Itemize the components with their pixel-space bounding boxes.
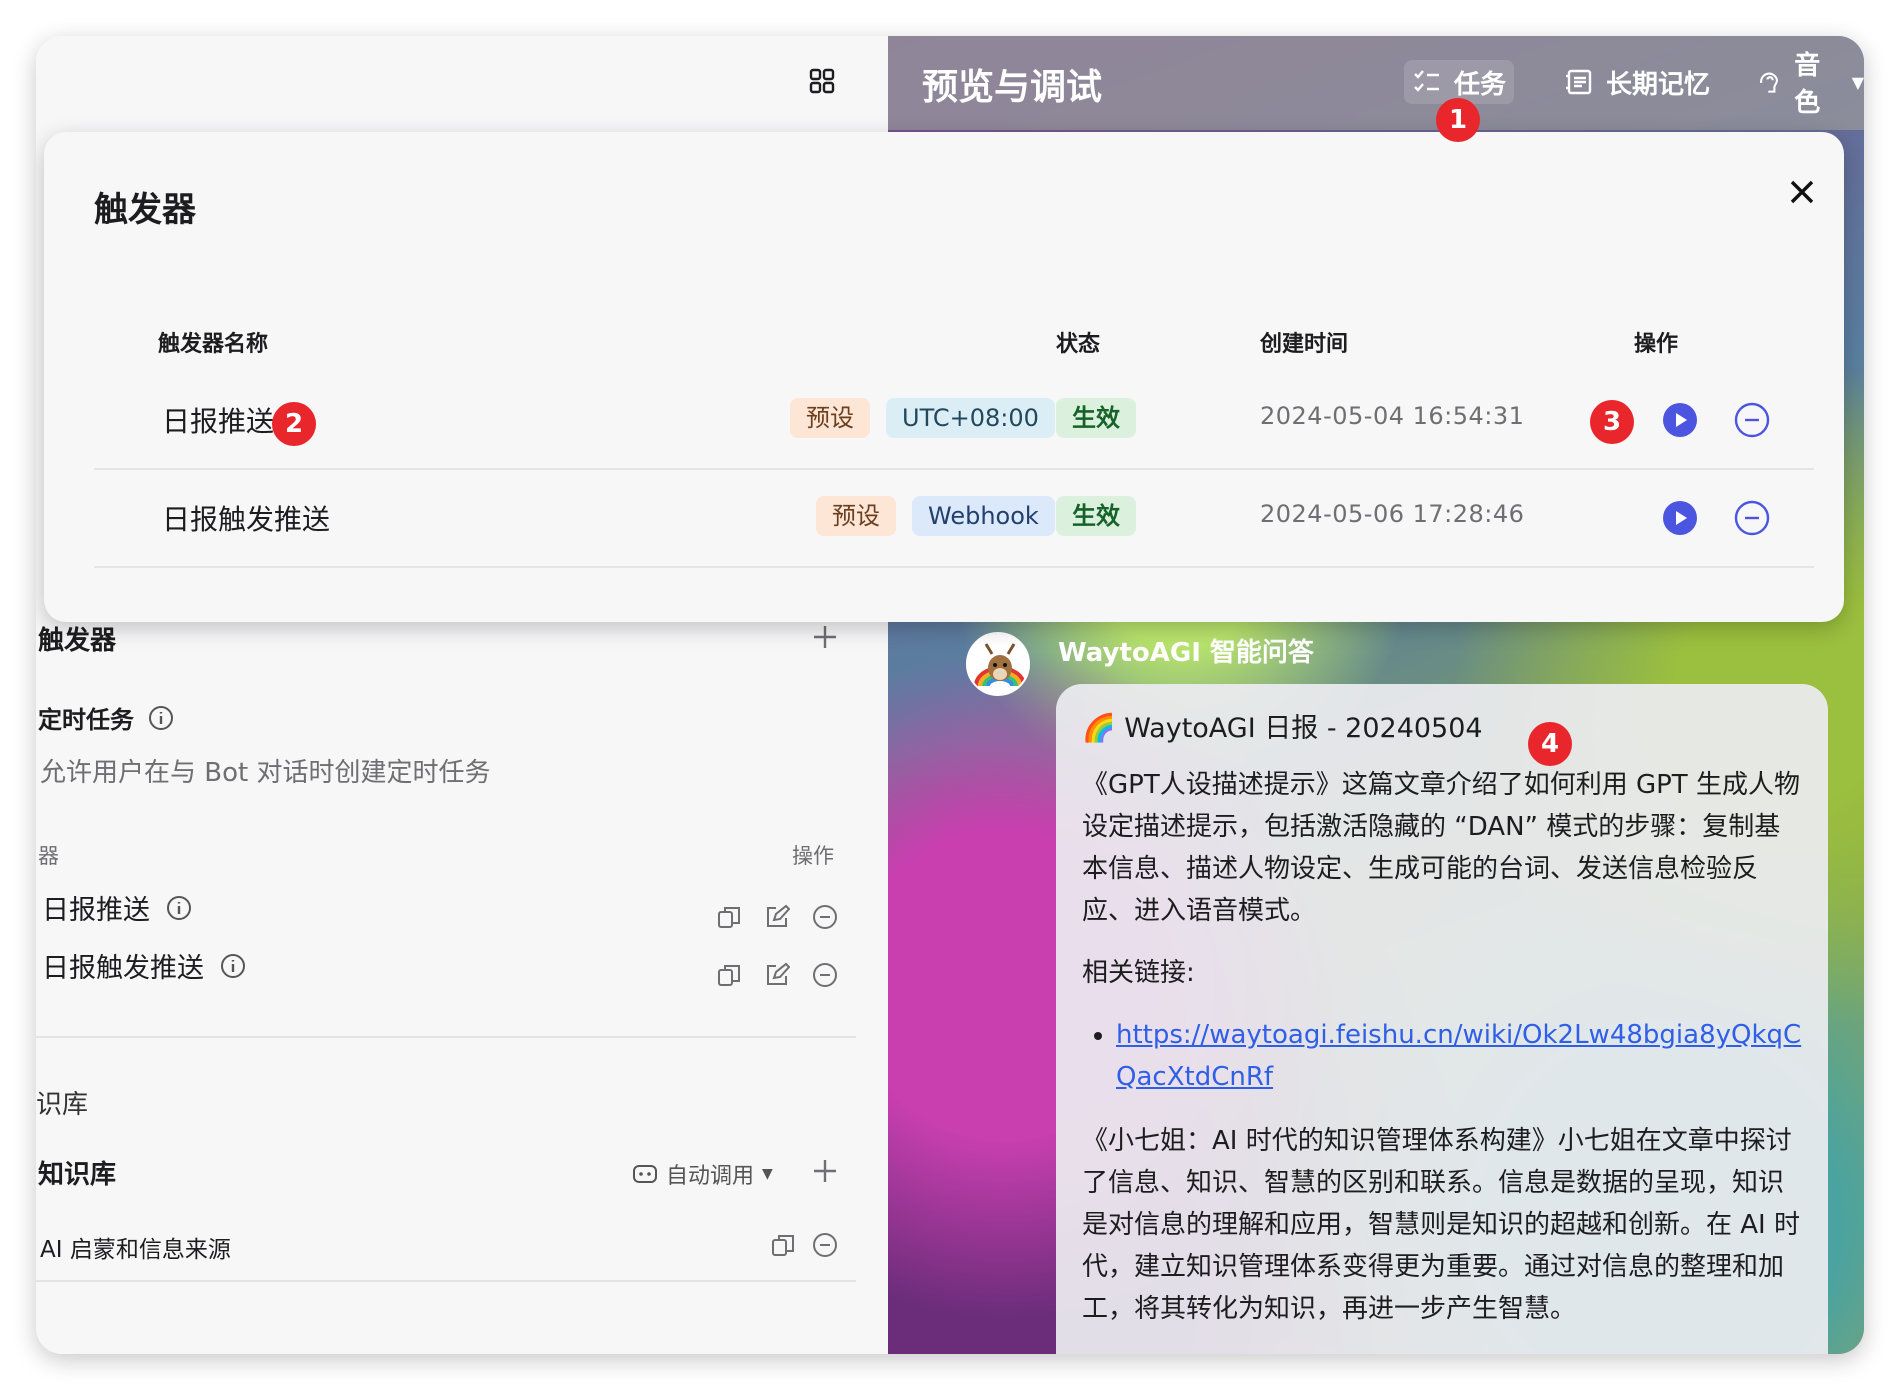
run-play-icon[interactable] — [1662, 500, 1698, 536]
links-label: 相关链接: — [1082, 958, 1195, 988]
remove-icon[interactable] — [812, 962, 838, 988]
created-time: 2024-05-04 16:54:31 — [1260, 402, 1525, 430]
divider — [36, 1036, 856, 1038]
message-paragraph: 《GPT人设描述提示》这篇文章介绍了如何利用 GPT 生成人物设定描述提示，包括… — [1082, 770, 1800, 926]
col-header-action: 操作 — [1634, 332, 1679, 357]
annotation-badge: 1 — [1436, 98, 1480, 142]
trigger-list-item[interactable]: 日报推送 — [42, 888, 192, 927]
table-row: 日报推送 预设 UTC+08:00 生效 2024-05-04 16:54:31 — [94, 372, 1814, 470]
tag-timezone: UTC+08:00 — [886, 398, 1055, 438]
kb-call-mode-dropdown[interactable]: 自动调用 ▼ — [632, 1158, 773, 1190]
scheduled-task-desc: 允许用户在与 Bot 对话时创建定时任务 — [40, 758, 491, 788]
long-term-memory-button[interactable]: 长期记忆 — [1564, 60, 1710, 104]
remove-icon[interactable] — [812, 1232, 838, 1258]
edit-icon[interactable] — [764, 962, 790, 988]
deer-mascot-icon — [968, 634, 1028, 694]
copy-icon[interactable] — [716, 904, 742, 930]
triggers-section-title: 触发器 — [38, 626, 117, 656]
copy-icon[interactable] — [716, 962, 742, 988]
message-paragraph: 《小七姐：AI 时代的知识管理体系构建》小七姐在文章中探讨了信息、知识、智慧的区… — [1082, 1126, 1800, 1324]
annotation-badge: 4 — [1528, 722, 1572, 766]
modal-title: 触发器 — [94, 190, 196, 230]
col-header-name: 触发器名称 — [158, 332, 269, 357]
run-play-icon[interactable] — [1662, 402, 1698, 438]
remove-icon[interactable] — [812, 904, 838, 930]
voice-label: 音色 — [1794, 51, 1821, 118]
app-window: 触发器 定时任务 允许用户在与 Bot 对话时创建定时任务 器 操作 日报推送 … — [36, 36, 1864, 1354]
trigger-name: 日报推送 — [42, 895, 150, 926]
memory-label: 长期记忆 — [1606, 69, 1711, 100]
status-badge: 生效 — [1056, 496, 1136, 536]
trigger-name: 日报触发推送 — [162, 503, 331, 536]
add-trigger-icon[interactable] — [812, 624, 838, 650]
copy-icon[interactable] — [770, 1232, 796, 1258]
trigger-list-item[interactable]: 日报触发推送 — [42, 946, 246, 985]
bot-name: WaytoAGI 智能问答 — [1058, 638, 1314, 668]
voice-dropdown[interactable]: 音色 ▼ — [1756, 51, 1864, 118]
remove-icon[interactable] — [1734, 402, 1770, 438]
tag-preset: 预设 — [816, 496, 896, 536]
trigger-name: 日报触发推送 — [42, 953, 204, 984]
tag-webhook: Webhook — [912, 496, 1055, 536]
memory-icon — [1566, 69, 1592, 95]
knowledge-group-title: 识库 — [36, 1090, 89, 1120]
bot-message-bubble: 🌈 WaytoAGI 日报 - 20240504 《GPT人设描述提示》这篇文章… — [1056, 684, 1828, 1354]
annotation-badge: 3 — [1590, 400, 1634, 444]
preview-header: 预览与调试 任务 长期记忆 音色 ▼ — [888, 36, 1864, 130]
remove-icon[interactable] — [1734, 500, 1770, 536]
col-header-status: 状态 — [1056, 332, 1101, 357]
robot-icon — [633, 1165, 657, 1183]
chevron-down-icon: ▼ — [762, 1166, 773, 1182]
divider — [36, 1280, 856, 1282]
chevron-down-icon: ▼ — [1851, 72, 1864, 92]
tag-preset: 预设 — [790, 398, 870, 438]
info-icon[interactable] — [166, 895, 192, 921]
created-time: 2024-05-06 17:28:46 — [1260, 500, 1525, 528]
scheduled-task-label: 定时任务 — [38, 706, 134, 734]
col-header-created: 创建时间 — [1260, 332, 1349, 357]
close-icon[interactable] — [1784, 174, 1820, 210]
table-row: 日报触发推送 预设 Webhook 生效 2024-05-06 17:28:46 — [94, 470, 1814, 568]
preview-title: 预览与调试 — [922, 67, 1103, 108]
info-icon[interactable] — [148, 705, 174, 731]
trigger-table-col-name: 器 — [38, 844, 59, 868]
kb-call-mode-label: 自动调用 — [666, 1164, 755, 1189]
bot-avatar — [966, 632, 1030, 696]
status-badge: 生效 — [1056, 398, 1136, 438]
edit-icon[interactable] — [764, 904, 790, 930]
knowledge-base-title: 知识库 — [38, 1160, 117, 1190]
article-link[interactable]: https://waytoagi.feishu.cn/wiki/Ok2Lw48b… — [1116, 1020, 1801, 1092]
task-list-icon — [1414, 70, 1439, 92]
annotation-badge: 2 — [272, 402, 316, 446]
trigger-table-col-action: 操作 — [792, 844, 834, 868]
add-knowledge-icon[interactable] — [812, 1158, 838, 1184]
kb-item-name[interactable]: AI 启蒙和信息来源 — [40, 1230, 231, 1264]
message-title: 🌈 WaytoAGI 日报 - 20240504 — [1082, 713, 1483, 744]
tasks-label: 任务 — [1454, 69, 1507, 100]
link-list: https://waytoagi.feishu.cn/wiki/Ok2Lw48b… — [1116, 1014, 1802, 1098]
link-list-item: https://waytoagi.feishu.cn/wiki/Ok2Lw48b… — [1116, 1014, 1802, 1098]
triggers-modal: 触发器 触发器名称 状态 创建时间 操作 日报推送 预设 UTC+08:00 生… — [44, 132, 1844, 622]
trigger-name: 日报推送 — [162, 405, 275, 438]
voice-icon — [1760, 72, 1779, 93]
info-icon[interactable] — [220, 953, 246, 979]
